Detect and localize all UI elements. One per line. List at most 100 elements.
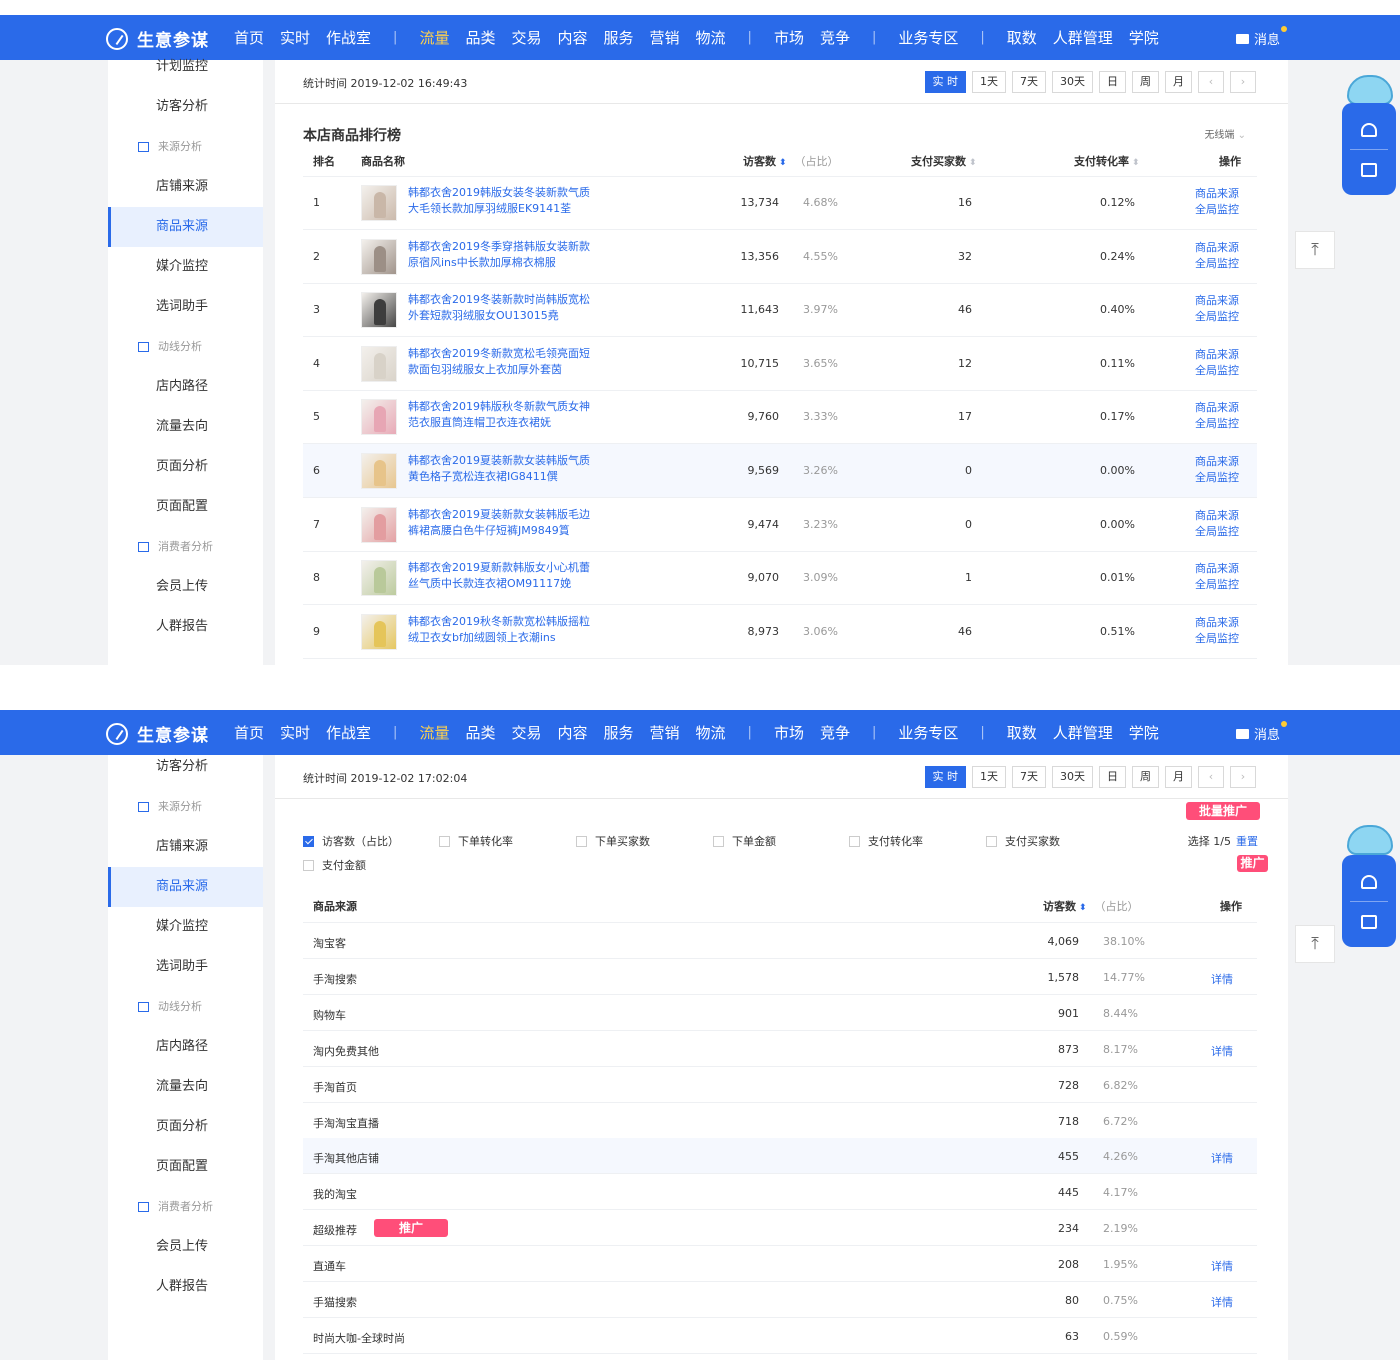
sidebar-item[interactable]: 页面配置 bbox=[108, 1147, 263, 1187]
nav-item[interactable]: 业务专区 bbox=[898, 722, 958, 743]
time-range-button[interactable]: 1天 bbox=[972, 71, 1006, 93]
nav-item[interactable]: 取数 bbox=[1007, 722, 1037, 743]
global-monitor-link[interactable]: 全局监控 bbox=[1195, 256, 1239, 272]
product-name-link[interactable]: 韩都衣舍2019冬装新款时尚韩版宽松 外套短款羽绒服女OU13015堯 bbox=[408, 292, 608, 324]
next-icon[interactable]: › bbox=[1230, 71, 1256, 93]
product-source-link[interactable]: 商品来源 bbox=[1195, 293, 1239, 309]
sort-icon[interactable]: ⬍ bbox=[779, 158, 787, 168]
product-source-link[interactable]: 商品来源 bbox=[1195, 400, 1239, 416]
bell-icon[interactable] bbox=[1361, 875, 1377, 889]
nav-item[interactable]: 交易 bbox=[511, 722, 541, 743]
metric-checkbox[interactable]: 下单金额 bbox=[713, 833, 776, 849]
bell-icon[interactable] bbox=[1361, 123, 1377, 137]
nav-item[interactable]: 竞争 bbox=[820, 27, 850, 48]
global-monitor-link[interactable]: 全局监控 bbox=[1195, 363, 1239, 379]
metric-checkbox[interactable]: 访客数（占比） bbox=[303, 833, 399, 849]
checkbox-box[interactable] bbox=[849, 835, 860, 847]
header-buyers[interactable]: 支付买家数 ⬍ bbox=[911, 153, 977, 169]
global-monitor-link[interactable]: 全局监控 bbox=[1195, 202, 1239, 218]
nav-item[interactable]: 市场 bbox=[774, 722, 804, 743]
product-name-link[interactable]: 韩都衣舍2019夏新款韩版女小心机蕾 丝气质中长款连衣裙OM91117娩 bbox=[408, 560, 608, 592]
sidebar-item[interactable]: 访客分析 bbox=[108, 87, 263, 127]
nav-item[interactable]: 人群管理 bbox=[1053, 722, 1113, 743]
time-range-button[interactable]: 实 时 bbox=[924, 71, 966, 93]
checkbox-box[interactable] bbox=[439, 835, 450, 847]
time-range-button[interactable]: 实 时 bbox=[924, 766, 966, 788]
sidebar-item[interactable]: 店内路径 bbox=[108, 367, 263, 407]
app-logo[interactable]: 生意参谋 bbox=[106, 721, 209, 746]
chat-icon[interactable] bbox=[1361, 163, 1377, 177]
product-image[interactable] bbox=[361, 453, 397, 489]
product-name-link[interactable]: 韩都衣舍2019韩版秋冬新款气质女神 范衣服直筒连帽卫衣连衣裙妩 bbox=[408, 399, 608, 431]
metric-checkbox[interactable]: 支付转化率 bbox=[849, 833, 923, 849]
sidebar-item[interactable]: 商品来源 bbox=[108, 867, 263, 907]
metric-checkbox[interactable]: 下单转化率 bbox=[439, 833, 513, 849]
product-image[interactable] bbox=[361, 238, 397, 275]
checkbox-box[interactable] bbox=[986, 835, 997, 847]
header-visitors[interactable]: 访客数 ⬍ （占比） bbox=[1043, 898, 1139, 914]
nav-item[interactable]: 营销 bbox=[650, 722, 680, 743]
nav-item[interactable]: 学院 bbox=[1129, 27, 1159, 48]
nav-item[interactable]: 取数 bbox=[1007, 27, 1037, 48]
sidebar-item[interactable]: 媒介监控 bbox=[108, 247, 263, 287]
time-range-button[interactable]: 月 bbox=[1165, 766, 1192, 788]
mascot-icon[interactable] bbox=[1347, 825, 1393, 855]
nav-item[interactable]: 人群管理 bbox=[1053, 27, 1113, 48]
product-name-link[interactable]: 韩都衣舍2019冬季穿搭韩版女装新款 原宿风ins中长款加厚棉衣棉服 bbox=[408, 239, 608, 271]
reset-link[interactable]: 重置 bbox=[1236, 835, 1258, 848]
product-name-link[interactable]: 韩都衣舍2019秋冬新款宽松韩版摇粒 绒卫衣女bf加绒圆领上衣潮ins bbox=[408, 614, 608, 646]
sort-icon[interactable]: ⬍ bbox=[1079, 903, 1087, 913]
product-image[interactable] bbox=[361, 560, 397, 597]
sidebar-item[interactable]: 流量去向 bbox=[108, 1067, 263, 1107]
global-monitor-link[interactable]: 全局监控 bbox=[1195, 416, 1239, 432]
global-monitor-link[interactable]: 全局监控 bbox=[1195, 470, 1239, 486]
time-range-button[interactable]: 日 bbox=[1099, 766, 1126, 788]
nav-item[interactable]: 首页 bbox=[234, 27, 264, 48]
nav-item[interactable]: 营销 bbox=[650, 27, 680, 48]
nav-item[interactable]: 交易 bbox=[511, 27, 541, 48]
sidebar-item[interactable]: 选词助手 bbox=[108, 287, 263, 327]
time-range-button[interactable]: 30天 bbox=[1052, 71, 1093, 93]
nav-item[interactable]: 服务 bbox=[604, 27, 634, 48]
batch-promo-button[interactable]: 批量推广 bbox=[1186, 802, 1260, 820]
product-name-link[interactable]: 韩都衣舍2019冬新款宽松毛领亮面短 款面包羽绒服女上衣加厚外套茵 bbox=[408, 346, 608, 378]
product-image[interactable] bbox=[361, 613, 397, 650]
detail-link[interactable]: 详情 bbox=[1211, 1258, 1233, 1274]
message-button[interactable]: 消息 bbox=[1235, 721, 1287, 743]
nav-item[interactable]: 竞争 bbox=[820, 722, 850, 743]
global-monitor-link[interactable]: 全局监控 bbox=[1195, 631, 1239, 647]
chat-icon[interactable] bbox=[1361, 915, 1377, 929]
header-visitors[interactable]: 访客数 ⬍ （占比） bbox=[743, 153, 839, 169]
time-range-button[interactable]: 1天 bbox=[972, 766, 1006, 788]
sidebar-item[interactable]: 会员上传 bbox=[108, 567, 263, 607]
sidebar-item[interactable]: 页面分析 bbox=[108, 447, 263, 487]
global-monitor-link[interactable]: 全局监控 bbox=[1195, 577, 1239, 593]
product-source-link[interactable]: 商品来源 bbox=[1195, 347, 1239, 363]
sidebar-item[interactable]: 流量去向 bbox=[108, 407, 263, 447]
checkbox-box[interactable] bbox=[303, 835, 314, 847]
sidebar-item[interactable]: 商品来源 bbox=[108, 207, 263, 247]
prev-icon[interactable]: ‹ bbox=[1198, 71, 1224, 93]
nav-item[interactable]: 物流 bbox=[696, 722, 726, 743]
metric-checkbox[interactable]: 支付买家数 bbox=[986, 833, 1060, 849]
time-range-button[interactable]: 周 bbox=[1132, 71, 1159, 93]
nav-item[interactable]: 流量 bbox=[419, 27, 449, 48]
product-image[interactable] bbox=[361, 292, 397, 329]
nav-item[interactable]: 学院 bbox=[1129, 722, 1159, 743]
nav-item[interactable]: 市场 bbox=[774, 27, 804, 48]
nav-item[interactable]: 流量 bbox=[419, 722, 449, 743]
product-source-link[interactable]: 商品来源 bbox=[1195, 508, 1239, 524]
product-name-link[interactable]: 韩都衣舍2019夏装新款女装韩版毛边 裤裙高腰白色牛仔短裤JM9849篔 bbox=[408, 507, 608, 539]
sidebar-item[interactable]: 选词助手 bbox=[108, 947, 263, 987]
sidebar-item[interactable]: 页面分析 bbox=[108, 1107, 263, 1147]
nav-item[interactable]: 品类 bbox=[465, 27, 495, 48]
back-to-top-icon[interactable]: ⤒ bbox=[1295, 231, 1335, 269]
product-name-link[interactable]: 韩都衣舍2019韩版女装冬装新款气质 大毛领长款加厚羽绒服EK9141荃 bbox=[408, 185, 608, 217]
checkbox-box[interactable] bbox=[713, 835, 724, 847]
prev-icon[interactable]: ‹ bbox=[1198, 766, 1224, 788]
sidebar-item[interactable]: 人群报告 bbox=[108, 1267, 263, 1307]
checkbox-box[interactable] bbox=[576, 835, 587, 847]
next-icon[interactable]: › bbox=[1230, 766, 1256, 788]
product-source-link[interactable]: 商品来源 bbox=[1195, 186, 1239, 202]
time-range-button[interactable]: 月 bbox=[1165, 71, 1192, 93]
